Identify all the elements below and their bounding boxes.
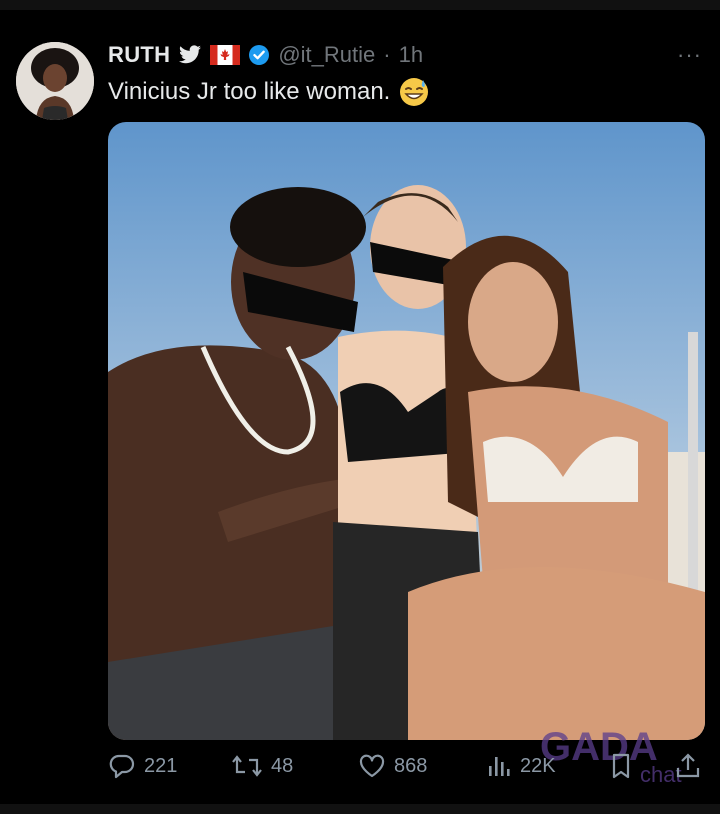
- reply-button[interactable]: 221: [108, 752, 177, 780]
- like-count: 868: [394, 754, 428, 777]
- retweet-button[interactable]: 48: [231, 752, 293, 780]
- author-handle[interactable]: @it_Rutie: [278, 42, 375, 68]
- share-button[interactable]: [674, 752, 702, 780]
- bottom-bar: [0, 804, 720, 814]
- more-options-icon[interactable]: ···: [677, 42, 702, 68]
- view-count: 22K: [520, 754, 556, 777]
- avatar[interactable]: [16, 42, 94, 120]
- avatar-image: [16, 42, 94, 120]
- reply-icon: [109, 754, 135, 779]
- tweet-photo[interactable]: [108, 122, 705, 740]
- retweet-count: 48: [271, 754, 294, 777]
- beach-group-photo: [108, 122, 705, 740]
- separator-dot: ·: [383, 42, 391, 67]
- share-icon: [676, 753, 700, 778]
- sweat-smile-emoji-icon: [398, 76, 430, 108]
- tweet-header: RUTH @it_Rutie · 1h: [108, 38, 700, 72]
- timestamp[interactable]: 1h: [399, 42, 423, 68]
- bookmark-button[interactable]: [608, 752, 634, 780]
- author-name[interactable]: RUTH: [108, 42, 170, 68]
- reply-count: 221: [144, 754, 178, 777]
- like-button[interactable]: 868: [358, 752, 427, 780]
- like-icon: [359, 754, 385, 778]
- canada-flag-icon: [210, 45, 241, 65]
- top-status-bar: [0, 0, 720, 10]
- retweet-icon: [232, 755, 262, 777]
- tweet-text-row: Vinicius Jr too like woman.: [108, 76, 430, 108]
- verified-badge-icon: [248, 44, 270, 66]
- views-button[interactable]: 22K: [486, 752, 556, 780]
- tweet-actions: 221 48 868 22K: [108, 752, 708, 788]
- views-icon: [489, 757, 510, 776]
- bird-icon: [178, 45, 202, 65]
- bookmark-icon: [612, 753, 630, 779]
- tweet-text: Vinicius Jr too like woman.: [108, 78, 391, 105]
